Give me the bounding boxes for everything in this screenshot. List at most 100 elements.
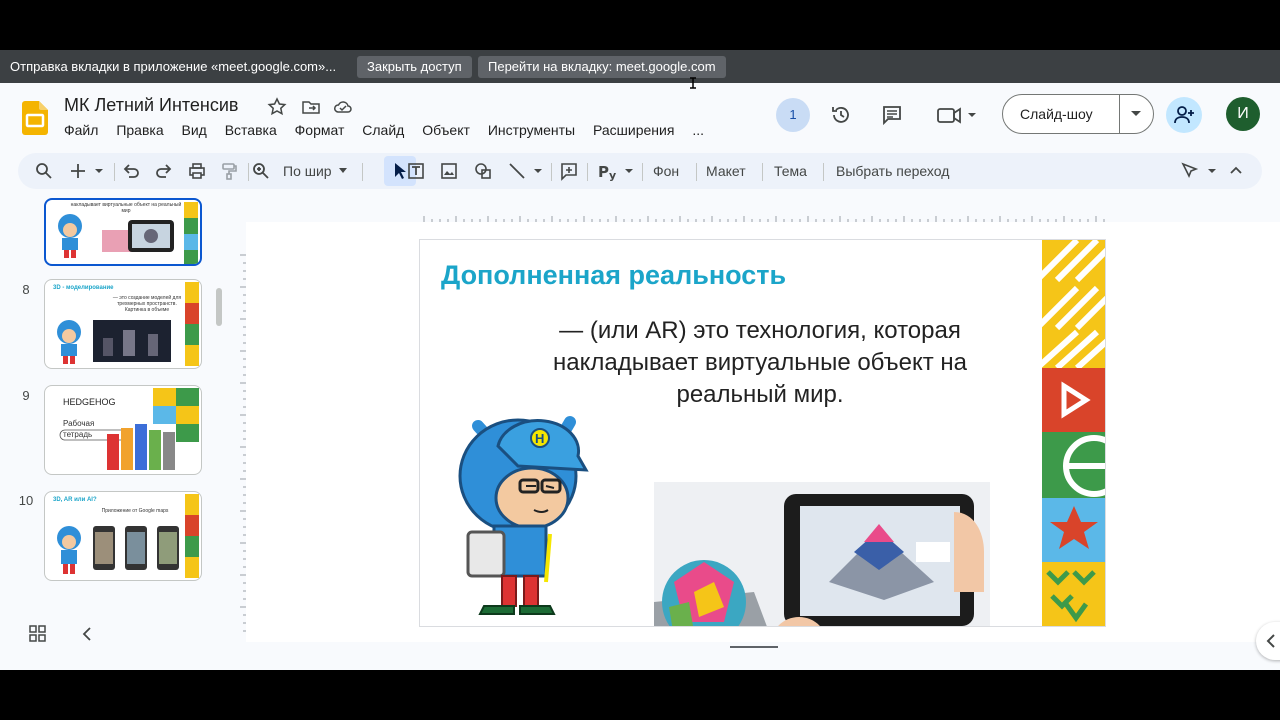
menu-format[interactable]: Формат (295, 122, 345, 138)
sharing-message: Отправка вкладки в приложение «meet.goog… (10, 59, 337, 74)
svg-text:у: у (609, 169, 616, 181)
menu-view[interactable]: Вид (182, 122, 207, 138)
decorative-strip-icon (185, 282, 199, 366)
thumbnail-title: HEDGEHOG (63, 397, 116, 407)
menu-object[interactable]: Объект (422, 122, 470, 138)
toolbar-divider (248, 163, 249, 181)
zoom-select[interactable]: По шир (283, 163, 332, 179)
menu-more[interactable]: ... (692, 122, 704, 138)
thumbnail-text: Приложение от Google maps (101, 508, 169, 514)
slide-thumbnail[interactable]: 3D - моделирование — это создание моделе… (44, 279, 202, 369)
slide-body-text[interactable]: — (или AR) это технология, которая накла… (500, 315, 1020, 411)
filmstrip-scrollbar[interactable] (216, 288, 222, 326)
toolbar-divider (642, 163, 643, 181)
thumbnail-title: 3D, AR или AI? (53, 497, 97, 503)
ar-tablet-photo[interactable] (654, 482, 990, 627)
toolbar-divider (362, 163, 363, 181)
stop-sharing-button[interactable]: Закрыть доступ (357, 56, 472, 78)
thumbnail-title: 3D - моделирование (53, 285, 114, 291)
text-cursor-icon (690, 77, 696, 89)
slides-logo-icon[interactable] (22, 101, 48, 135)
speaker-notes-handle[interactable] (730, 646, 778, 648)
line-icon[interactable] (507, 161, 545, 181)
menu-edit[interactable]: Правка (116, 122, 163, 138)
chevron-down-icon[interactable] (338, 167, 348, 175)
move-folder-icon[interactable] (301, 97, 321, 117)
hedgehog-character-icon[interactable]: H (458, 406, 590, 616)
slide-number: 8 (22, 282, 30, 297)
toolbar-divider (696, 163, 697, 181)
document-title[interactable]: МК Летний Интенсив (64, 95, 239, 116)
phone-screenshots-icon (93, 526, 179, 570)
decorative-tiles-icon (153, 388, 199, 442)
chevron-down-icon[interactable] (1130, 110, 1142, 118)
toolbar-divider (823, 163, 824, 181)
collapse-toolbar-icon[interactable] (1226, 161, 1246, 181)
decorative-strip-icon (185, 494, 199, 578)
transition-button[interactable]: Выбрать переход (836, 163, 949, 179)
tablet-photo-icon (102, 220, 174, 252)
background-button[interactable]: Фон (653, 163, 679, 179)
slideshow-divider (1119, 95, 1120, 133)
zoom-icon[interactable] (251, 161, 271, 181)
tab-sharing-bar: Отправка вкладки в приложение «meet.goog… (0, 50, 1280, 89)
share-button[interactable] (1166, 97, 1202, 133)
slide-thumbnail[interactable]: накладывает виртуальные объект на реальн… (44, 198, 202, 266)
horizontal-ruler (423, 216, 1105, 222)
meet-camera-icon[interactable] (936, 104, 976, 126)
toolbar-divider (114, 163, 115, 181)
collapse-filmstrip-icon[interactable] (78, 624, 98, 644)
shape-icon[interactable] (473, 161, 493, 181)
input-tools-icon[interactable]: Ру (598, 161, 636, 181)
participants-badge[interactable]: 1 (776, 98, 810, 132)
menu-slide[interactable]: Слайд (362, 122, 404, 138)
slideshow-button[interactable]: Слайд-шоу (1002, 94, 1154, 134)
hedgehog-character-icon (57, 526, 81, 574)
image-icon[interactable] (439, 161, 459, 181)
search-icon[interactable] (34, 161, 54, 181)
paint-format-icon[interactable] (219, 161, 239, 181)
toolbar-divider (551, 163, 552, 181)
slideshow-label: Слайд-шоу (1020, 106, 1093, 122)
slide-thumbnail[interactable]: 3D, AR или AI? Приложение от Google maps (44, 491, 202, 581)
layout-button[interactable]: Макет (706, 163, 746, 179)
redo-icon[interactable] (154, 161, 174, 181)
decorative-stripe-column (1042, 240, 1105, 626)
grid-view-icon[interactable] (28, 624, 48, 644)
print-icon[interactable] (187, 161, 207, 181)
slide-title[interactable]: Дополненная реальность (441, 260, 786, 291)
thumbnail-text: — это создание моделей для трехмерных пр… (112, 295, 182, 313)
new-slide-icon[interactable] (68, 161, 106, 181)
theme-button[interactable]: Тема (774, 163, 807, 179)
cloud-saved-icon[interactable] (333, 97, 353, 117)
toolbar-divider (762, 163, 763, 181)
comments-icon[interactable] (881, 104, 903, 126)
slide-number: 10 (18, 493, 34, 508)
pen-tool-icon[interactable] (1180, 161, 1220, 181)
undo-icon[interactable] (121, 161, 141, 181)
menu-file[interactable]: Файл (64, 122, 98, 138)
slide-number: 9 (22, 388, 30, 403)
add-person-icon (1174, 106, 1194, 124)
version-history-icon[interactable] (830, 104, 852, 126)
editing-toolbar: По шир Ру Фон Макет Тема Выбрать переход (18, 153, 1262, 189)
menu-insert[interactable]: Вставка (225, 122, 277, 138)
slide-thumbnail[interactable]: HEDGEHOG Рабочая тетрадь (44, 385, 202, 475)
hat-letter: H (535, 431, 544, 446)
current-slide[interactable]: Дополненная реальность — (или AR) это те… (419, 239, 1106, 627)
insert-comment-icon[interactable] (559, 161, 579, 181)
switch-to-tab-button[interactable]: Перейти на вкладку: meet.google.com (478, 56, 726, 78)
hedgehog-character-icon (58, 214, 82, 258)
user-avatar[interactable]: И (1226, 97, 1260, 131)
vertical-ruler (240, 254, 246, 632)
text-box-icon[interactable] (406, 161, 426, 181)
slides-app: Отправка вкладки в приложение «meet.goog… (0, 50, 1280, 670)
menu-bar: Файл Правка Вид Вставка Формат Слайд Объ… (64, 122, 718, 138)
menu-tools[interactable]: Инструменты (488, 122, 575, 138)
chevron-left-icon (1266, 634, 1275, 648)
toolbar-divider (587, 163, 588, 181)
hedgehog-character-icon (57, 320, 81, 364)
side-panel-toggle[interactable] (1256, 622, 1280, 660)
menu-extensions[interactable]: Расширения (593, 122, 674, 138)
star-icon[interactable] (267, 97, 287, 117)
